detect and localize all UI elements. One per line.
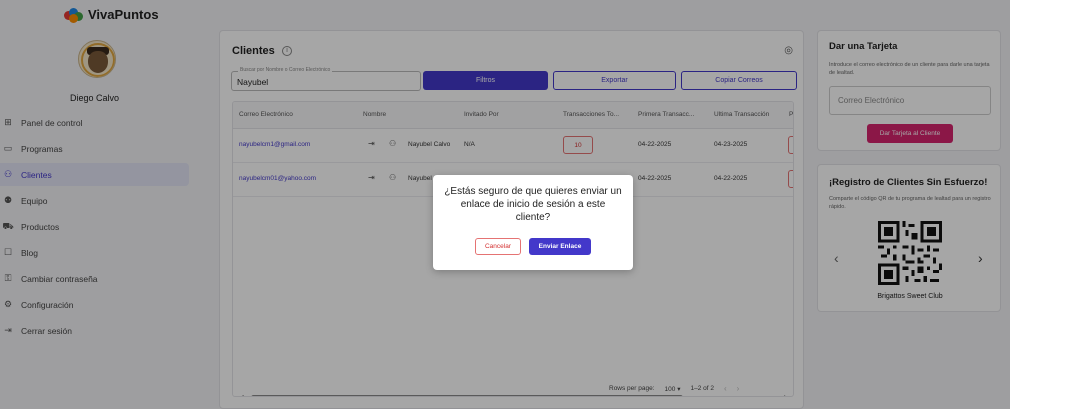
cancel-button[interactable]: Cancelar: [475, 238, 521, 255]
app-screen: VivaPuntos Diego Calvo ⊞ Panel de contro…: [0, 0, 1010, 409]
dialog-message: ¿Estás seguro de que quieres enviar un e…: [444, 186, 622, 223]
confirm-dialog: ¿Estás seguro de que quieres enviar un e…: [433, 175, 633, 270]
send-link-button[interactable]: Enviar Enlace: [529, 238, 591, 255]
